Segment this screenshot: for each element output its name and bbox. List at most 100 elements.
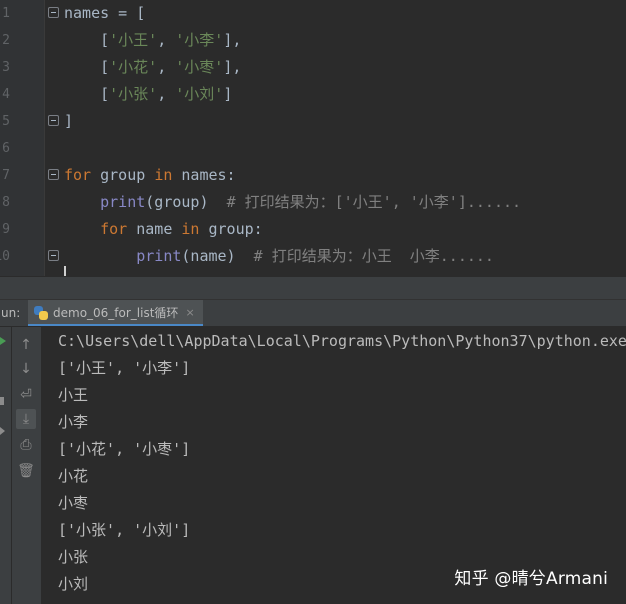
code-editor[interactable]: 1 names = [2 ['小王', '小李'], 3 ['小花', '小枣'],… [0, 0, 626, 276]
code-text: print(group) # 打印结果为：['小王', '小李']...... [64, 189, 521, 216]
code-token: ], [223, 31, 242, 49]
code-text: ['小花', '小枣'], [64, 54, 241, 81]
watermark-text: 知乎 @晴兮Armani [454, 569, 608, 589]
play-indicator-icon[interactable] [0, 427, 5, 435]
code-text: for group in names: [64, 162, 236, 189]
code-line[interactable]: 6 [0, 135, 626, 162]
code-line[interactable]: 2 ['小王', '小李'], [0, 27, 626, 54]
keyword-token: in [181, 220, 200, 238]
fold-marker-icon[interactable] [48, 7, 59, 18]
line-number: 4 [2, 87, 10, 102]
run-toolstrip: ↑ ↓ ⏎ ⤓ ⎙ 🗑 [12, 327, 42, 604]
soft-wrap-icon[interactable]: ⏎ [16, 385, 36, 405]
code-token: , [157, 31, 176, 49]
line-number: 3 [2, 60, 10, 75]
run-config-tab-label: demo_06_for_list循环 [53, 306, 179, 320]
code-line[interactable]: 3 ['小花', '小枣'], [0, 54, 626, 81]
code-token: , [157, 58, 176, 76]
console-output-line: 小张 [58, 548, 89, 566]
line-number: 5 [2, 114, 10, 129]
code-token: [ [64, 31, 110, 49]
code-line[interactable]: 4 ['小张', '小刘'] [0, 81, 626, 108]
code-text: print(name) # 打印结果为：小王 小李...... [64, 243, 494, 270]
code-text: ['小王', '小李'], [64, 27, 241, 54]
keyword-token: in [154, 166, 173, 184]
fold-marker-icon[interactable] [48, 169, 59, 180]
code-line[interactable]: 9 for name in group: [0, 216, 626, 243]
string-token: '小刘' [175, 85, 224, 103]
ide-window: 1 names = [2 ['小王', '小李'], 3 ['小花', '小枣'],… [0, 0, 626, 604]
trash-icon[interactable]: 🗑 [16, 461, 36, 481]
string-token: '小张' [109, 85, 158, 103]
code-token: group [91, 166, 155, 184]
code-text: for name in group: [64, 216, 263, 243]
string-token: '小李' [175, 31, 224, 49]
code-text: names = [ [64, 0, 145, 27]
console-command-line: C:\Users\dell\AppData\Local\Programs\Pyt… [58, 332, 626, 350]
stop-indicator-icon[interactable] [0, 397, 4, 405]
fold-marker-icon[interactable] [48, 115, 59, 126]
console-output-line: ['小张', '小刘'] [58, 521, 191, 539]
rerun-indicator-icon[interactable] [0, 337, 6, 345]
line-number: 8 [2, 195, 10, 210]
keyword-token: for [100, 220, 128, 238]
run-tab-bar: un: demo_06_for_list循环 × [0, 300, 626, 327]
code-token: , [157, 85, 176, 103]
line-number: 10 [0, 249, 10, 264]
console-output-line: ['小王', '小李'] [58, 359, 191, 377]
run-side-strip [0, 327, 12, 604]
print-icon[interactable]: ⎙ [16, 435, 36, 455]
code-token: [ [64, 58, 110, 76]
fold-marker-icon[interactable] [48, 250, 59, 261]
code-line[interactable]: 1 names = [ [0, 0, 626, 27]
close-tab-icon[interactable]: × [185, 300, 194, 326]
rerun-up-icon[interactable]: ↑ [16, 335, 36, 355]
keyword-token: for [64, 166, 92, 184]
line-number: 9 [2, 222, 10, 237]
code-token: names = [ [64, 4, 146, 22]
scroll-to-end-icon[interactable]: ⤓ [16, 409, 36, 429]
console-output-line: 小刘 [58, 575, 89, 593]
code-token: ] [64, 112, 74, 130]
code-token: ], [223, 58, 242, 76]
string-token: '小花' [109, 58, 158, 76]
text-cursor [64, 266, 66, 276]
comment-token: # 打印结果为：['小王', '小李']...... [226, 193, 522, 211]
code-text: ] [64, 108, 73, 135]
line-number: 7 [2, 168, 10, 183]
code-token: [ [64, 85, 110, 103]
run-panel-label: un: [1, 306, 21, 320]
builtin-token: print [100, 193, 146, 211]
scroll-down-icon[interactable]: ↓ [16, 359, 36, 379]
code-token: (group) [145, 193, 227, 211]
console-output-line: 小王 [58, 386, 89, 404]
code-token: names: [172, 166, 236, 184]
code-line[interactable]: 7 for group in names: [0, 162, 626, 189]
line-number: 1 [2, 6, 10, 21]
code-token: group: [199, 220, 263, 238]
string-token: '小枣' [175, 58, 224, 76]
console-output-line: 小花 [58, 467, 89, 485]
comment-token: # 打印结果为：小王 小李...... [253, 247, 494, 265]
console-output-line: 小枣 [58, 494, 89, 512]
code-token: (name) [181, 247, 254, 265]
code-line[interactable]: 5] [0, 108, 626, 135]
code-line[interactable]: 10 print(name) # 打印结果为：小王 小李...... [0, 243, 626, 270]
line-number: 2 [2, 33, 10, 48]
panel-splitter[interactable] [0, 276, 626, 300]
console-output-line: 小李 [58, 413, 89, 431]
code-text: ['小张', '小刘'] [64, 81, 232, 108]
code-token: ] [223, 85, 233, 103]
code-token: name [127, 220, 182, 238]
code-line[interactable]: 8 print(group) # 打印结果为：['小王', '小李'].....… [0, 189, 626, 216]
console-output-line: ['小花', '小枣'] [58, 440, 191, 458]
python-icon [34, 306, 48, 320]
builtin-token: print [136, 247, 182, 265]
line-number: 6 [2, 141, 10, 156]
console-output[interactable]: C:\Users\dell\AppData\Local\Programs\Pyt… [42, 327, 626, 604]
string-token: '小王' [109, 31, 158, 49]
run-config-tab[interactable]: demo_06_for_list循环 × [28, 300, 203, 326]
